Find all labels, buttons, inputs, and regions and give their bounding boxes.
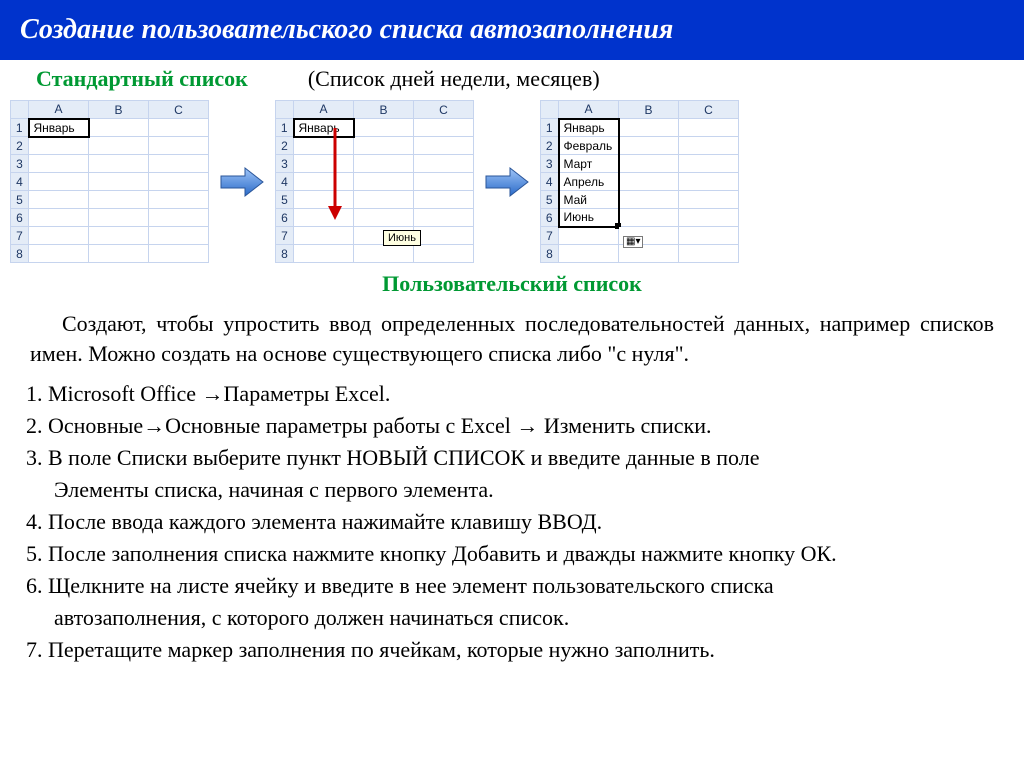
row-header: 6 — [276, 209, 294, 227]
row-header: 5 — [276, 191, 294, 209]
row-header: 8 — [11, 245, 29, 263]
standard-list-desc: (Список дней недели, месяцев) — [308, 66, 600, 92]
cell: Май — [559, 191, 619, 209]
custom-list-heading: Пользовательский список — [0, 263, 1024, 299]
col-header: A — [559, 101, 619, 119]
row-header: 7 — [11, 227, 29, 245]
col-header: C — [679, 101, 739, 119]
row-header: 5 — [541, 191, 559, 209]
cell: Июнь — [559, 209, 619, 227]
step-5: 5. После заполнения списка нажмите кнопк… — [24, 538, 994, 570]
row-header: 2 — [11, 137, 29, 155]
excel-grid-3-wrap: A B C 1Январь 2Февраль 3Март 4Апрель 5Ма… — [540, 100, 739, 263]
col-header: A — [294, 101, 354, 119]
row-header: 1 — [11, 119, 29, 137]
excel-grid-3: A B C 1Январь 2Февраль 3Март 4Апрель 5Ма… — [540, 100, 739, 263]
col-header: A — [29, 101, 89, 119]
body-paragraph: Создают, чтобы упростить ввод определенн… — [0, 299, 1024, 374]
col-header: B — [89, 101, 149, 119]
row-header: 2 — [276, 137, 294, 155]
cell: Январь — [559, 119, 619, 137]
step-6b: автозаполнения, с которого должен начина… — [24, 602, 994, 634]
excel-grid-1: A B C 1Январь 2 3 4 5 6 7 8 — [10, 100, 209, 263]
slide-title: Создание пользовательского списка автоза… — [0, 0, 1024, 60]
row-header: 3 — [11, 155, 29, 173]
step-7: 7. Перетащите маркер заполнения по ячейк… — [24, 634, 994, 666]
row-header: 6 — [11, 209, 29, 227]
step-6a: 6. Щелкните на листе ячейку и введите в … — [24, 570, 994, 602]
row-header: 4 — [11, 173, 29, 191]
step-3b: Элементы списка, начиная с первого элеме… — [24, 474, 994, 506]
step-1: 1. Microsoft Office →Параметры Excel. — [24, 378, 994, 410]
row-header: 3 — [276, 155, 294, 173]
row-header: 7 — [276, 227, 294, 245]
step-3a: 3. В поле Списки выберите пункт НОВЫЙ СП… — [24, 442, 994, 474]
col-header: C — [149, 101, 209, 119]
arrow-right-icon — [484, 166, 530, 198]
excel-grid-2-wrap: A B C 1Январь 2 3 4 5 6 7 8 Июнь — [275, 100, 474, 263]
cell-A1: Январь — [294, 119, 354, 137]
row-header: 8 — [541, 245, 559, 263]
col-header: B — [619, 101, 679, 119]
arrow-right-icon — [219, 166, 265, 198]
autofill-options-icon: ▦▾ — [623, 236, 643, 248]
step-2: 2. Основные→Основные параметры работы с … — [24, 410, 994, 442]
row-header: 6 — [541, 209, 559, 227]
row-header: 1 — [541, 119, 559, 137]
grids-illustration: A B C 1Январь 2 3 4 5 6 7 8 A B C 1Январ… — [0, 100, 1024, 263]
excel-grid-2: A B C 1Январь 2 3 4 5 6 7 8 — [275, 100, 474, 263]
cell: Март — [559, 155, 619, 173]
step-4: 4. После ввода каждого элемента нажимайт… — [24, 506, 994, 538]
cell-text: Июнь — [564, 210, 595, 224]
col-header: C — [414, 101, 474, 119]
steps-list: 1. Microsoft Office →Параметры Excel. 2.… — [0, 374, 1024, 673]
subtitle-row: Стандартный список (Список дней недели, … — [0, 60, 1024, 100]
col-header: B — [354, 101, 414, 119]
autofill-tooltip: Июнь — [383, 230, 421, 246]
cell: Февраль — [559, 137, 619, 155]
row-header: 1 — [276, 119, 294, 137]
row-header: 4 — [276, 173, 294, 191]
row-header: 7 — [541, 227, 559, 245]
cell: Апрель — [559, 173, 619, 191]
row-header: 4 — [541, 173, 559, 191]
row-header: 8 — [276, 245, 294, 263]
row-header: 5 — [11, 191, 29, 209]
cell-A1: Январь — [29, 119, 89, 137]
row-header: 2 — [541, 137, 559, 155]
standard-list-label: Стандартный список — [36, 66, 248, 92]
row-header: 3 — [541, 155, 559, 173]
